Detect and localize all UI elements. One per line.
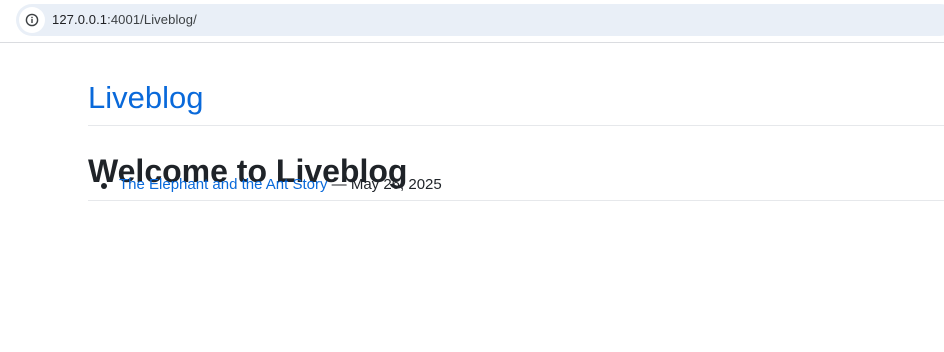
post-separator: — xyxy=(327,176,351,193)
bullet-icon xyxy=(101,183,107,189)
list-item: The Elephant and the Ant Story — May 26,… xyxy=(88,173,442,197)
site-title-link[interactable]: Liveblog xyxy=(88,78,203,118)
post-link[interactable]: The Elephant and the Ant Story xyxy=(119,176,327,193)
url-path: :4001/Liveblog/ xyxy=(107,12,197,27)
url-text[interactable]: 127.0.0.1:4001/Liveblog/ xyxy=(52,4,197,36)
address-bar[interactable]: 127.0.0.1:4001/Liveblog/ xyxy=(16,4,944,36)
post-list: The Elephant and the Ant Story — May 26,… xyxy=(88,173,442,197)
post-date: May 26, 2025 xyxy=(350,176,442,193)
site-header: Liveblog xyxy=(88,44,944,126)
info-circle-icon[interactable] xyxy=(19,7,45,33)
browser-toolbar: 127.0.0.1:4001/Liveblog/ xyxy=(0,0,944,43)
url-host: 127.0.0.1 xyxy=(52,12,108,27)
